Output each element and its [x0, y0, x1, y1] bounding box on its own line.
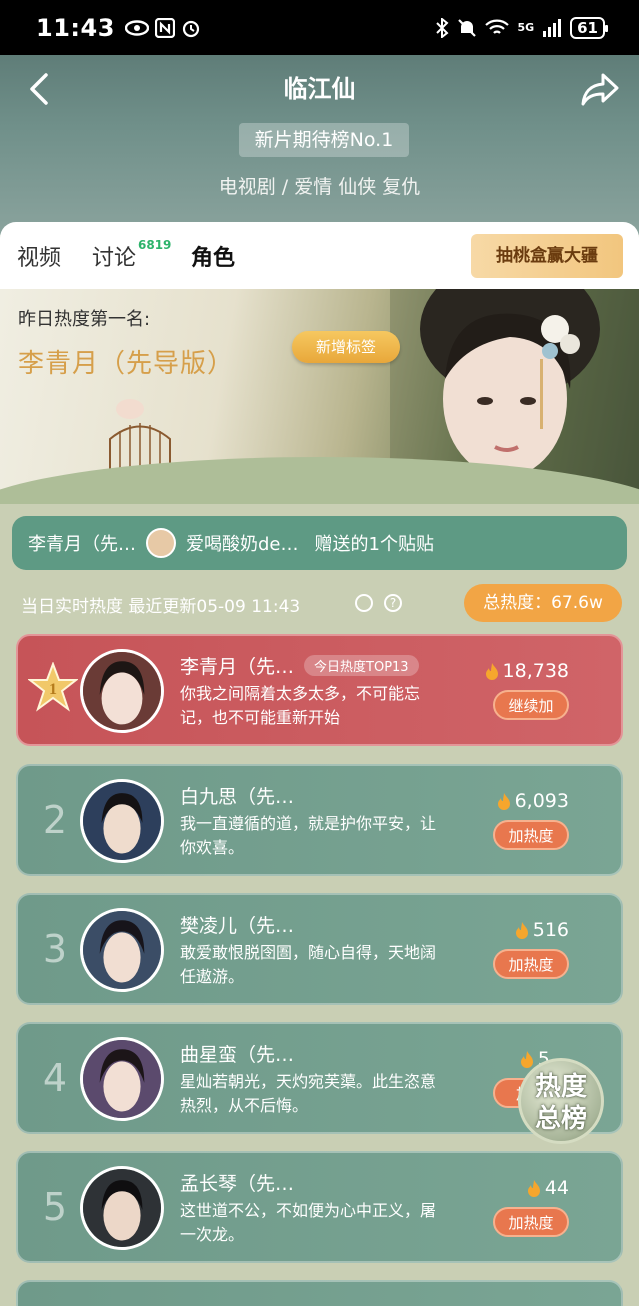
avatar-portrait [83, 911, 161, 989]
tab-video[interactable]: 视频 [17, 240, 61, 272]
flame-icon [497, 793, 510, 810]
character-card-5[interactable]: 5 孟长琴（先… 这世道不公，不如便为心中正义，屠一次龙。 44 加热度 [16, 1151, 623, 1263]
hero-subtitle: 昨日热度第一名: [18, 309, 151, 330]
heat-value: 18,738 [485, 660, 569, 682]
eye-icon [124, 19, 149, 36]
rank-badge[interactable]: 新片期待榜No.1 [239, 123, 409, 157]
character-name: 白九思（先… [180, 786, 295, 808]
alarm-icon [182, 20, 200, 37]
avatar-portrait [83, 782, 161, 860]
tab-bar: 视频 讨论 6819 角色 抽桃盒赢大疆 [0, 222, 639, 290]
float-line-2: 总榜 [534, 1104, 587, 1134]
character-avatar [80, 908, 164, 992]
rank-number: 4 [42, 1056, 68, 1100]
character-quote: 星灿若朝光，天灼宛芙蕖。此生恣意热烈，从不后悔。 [180, 1072, 437, 1115]
character-card-3[interactable]: 3 樊凌儿（先… 敢爱敢恨脱囹圄，随心自得，天地阔任遨游。 516 加热度 [16, 893, 623, 1005]
promo-button[interactable]: 抽桃盒赢大疆 [471, 234, 623, 278]
top-rank-tag: 今日热度TOP13 [304, 655, 419, 676]
status-time: 11:43 [36, 13, 115, 42]
heat-value: 6,093 [497, 790, 569, 812]
rank-number: 5 [42, 1185, 68, 1229]
add-heat-button[interactable]: 加热度 [493, 820, 569, 850]
status-bar: 11:43 5G 61 [0, 0, 639, 55]
page-title: 临江仙 [283, 75, 356, 103]
avatar-portrait [83, 652, 161, 730]
heat-ranking-float-button[interactable]: 热度 总榜 [518, 1058, 604, 1144]
hero-banner[interactable]: 昨日热度第一名: 李青月（先导版） 新增标签 [0, 289, 639, 504]
float-line-1: 热度 [534, 1072, 587, 1102]
avatar-portrait [83, 1040, 161, 1118]
hero-character-name: 李青月（先导版） [18, 349, 235, 379]
character-card-6[interactable] [16, 1280, 623, 1306]
character-name: 李青月（先… [180, 656, 295, 678]
tab-discussion[interactable]: 讨论 [92, 240, 136, 272]
tab-characters[interactable]: 角色 [191, 240, 235, 272]
battery-indicator: 61 [570, 16, 608, 39]
add-heat-button[interactable]: 继续加 [493, 690, 569, 720]
avatar-portrait [83, 1169, 161, 1247]
character-avatar [80, 779, 164, 863]
flame-icon [515, 922, 528, 939]
network-label: 5G [517, 21, 535, 34]
add-heat-button[interactable]: 加热度 [493, 1207, 569, 1237]
bluetooth-icon [436, 17, 449, 38]
character-name: 孟长琴（先… [180, 1173, 295, 1195]
share-icon[interactable] [581, 71, 621, 107]
heat-number: 6,093 [514, 790, 569, 812]
mute-icon [458, 18, 477, 37]
character-quote: 敢爱敢恨脱囹圄，随心自得，天地阔任遨游。 [180, 943, 437, 986]
refresh-icon[interactable] [355, 594, 373, 612]
wifi-icon [485, 19, 510, 34]
character-name: 樊凌儿（先… [180, 915, 295, 937]
character-avatar [80, 649, 164, 733]
gift-notice-bar[interactable]: 李青月（先… 爱喝酸奶de… 赠送的1个贴贴 [12, 516, 627, 570]
character-card-2[interactable]: 2 白九思（先… 我一直遵循的道，就是护你平安，让你欢喜。 6,093 加热度 [16, 764, 623, 876]
character-name: 曲星蛮（先… [180, 1044, 295, 1066]
heat-number: 44 [544, 1177, 569, 1199]
character-avatar [80, 1166, 164, 1250]
character-card-1[interactable]: 1 李青月（先… 今日热度TOP13 你我之间隔着太多太多，不可能忘记，也不可能… [16, 634, 623, 746]
rank-number: 2 [42, 798, 68, 842]
character-quote: 我一直遵循的道，就是护你平安，让你欢喜。 [180, 814, 437, 857]
rank-number: 1 [49, 681, 57, 698]
heat-info-row: 当日实时热度 最近更新05-09 11:43 ? 总热度：67.6w [0, 584, 639, 624]
heat-value: 516 [515, 919, 569, 941]
gift-character: 李青月（先… [28, 534, 136, 555]
discussion-count: 6819 [138, 238, 172, 252]
flame-icon [527, 1180, 540, 1197]
gift-text: 赠送的1个贴贴 [314, 534, 434, 555]
character-quote: 你我之间隔着太多太多，不可能忘记，也不可能重新开始 [180, 684, 421, 727]
new-tag-button[interactable]: 新增标签 [292, 331, 400, 363]
heat-update-label: 当日实时热度 最近更新05-09 11:43 [21, 597, 301, 617]
heat-number: 516 [532, 919, 569, 941]
add-heat-button[interactable]: 加热度 [493, 949, 569, 979]
help-icon[interactable]: ? [384, 594, 402, 612]
character-quote: 这世道不公，不如便为心中正义，屠一次龙。 [180, 1201, 437, 1244]
flame-icon [520, 1051, 533, 1068]
detail-header: 临江仙 新片期待榜No.1 电视剧 / 爱情 仙侠 复仇 [0, 55, 639, 235]
gift-user: 爱喝酸奶de… [186, 534, 299, 555]
user-avatar [146, 528, 176, 558]
total-heat-badge[interactable]: 总热度：67.6w [464, 584, 622, 622]
genre-tags: 电视剧 / 爱情 仙侠 复仇 [218, 176, 421, 198]
flame-icon [485, 663, 498, 680]
heat-number: 18,738 [502, 660, 569, 682]
heat-value: 44 [527, 1177, 569, 1199]
signal-icon [543, 18, 562, 37]
nfc-icon [154, 17, 175, 38]
character-avatar [80, 1037, 164, 1121]
rank-number: 3 [42, 927, 68, 971]
rank-star-icon: 1 [28, 662, 78, 712]
